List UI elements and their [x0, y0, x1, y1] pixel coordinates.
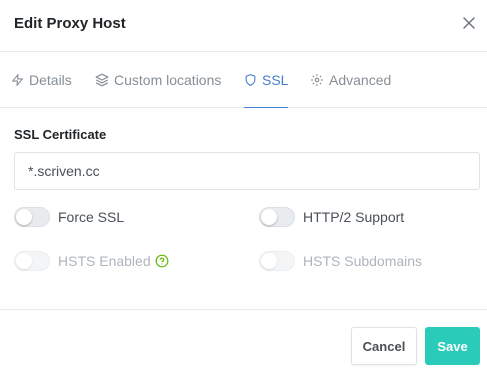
save-button[interactable]: Save — [425, 327, 480, 365]
cancel-button[interactable]: Cancel — [351, 327, 417, 365]
shield-icon — [245, 73, 256, 86]
hsts-subdomains-label: HSTS Subdomains — [303, 253, 423, 269]
tab-advanced[interactable]: Advanced — [310, 52, 391, 108]
switch-track — [259, 251, 295, 271]
force-ssl-label: Force SSL — [58, 209, 125, 225]
http2-support-switch[interactable]: HTTP/2 Support — [259, 207, 404, 227]
tab-custom-locations-label: Custom locations — [114, 72, 222, 88]
tab-details-label: Details — [29, 72, 72, 88]
hsts-subdomains-switch: HSTS Subdomains — [259, 251, 422, 271]
layers-icon — [95, 73, 109, 87]
ssl-certificate-label: SSL Certificate — [14, 127, 107, 142]
modal-header: Edit Proxy Host — [0, 0, 487, 52]
hsts-enabled-switch: HSTS Enabled — [14, 251, 169, 271]
edit-proxy-host-modal: Edit Proxy Host Details Custom locations… — [0, 0, 487, 374]
switch-track — [14, 251, 50, 271]
switch-knob — [16, 209, 32, 225]
ssl-certificate-input[interactable] — [14, 152, 480, 190]
modal-footer: Cancel Save — [0, 309, 487, 374]
modal-title: Edit Proxy Host — [14, 15, 126, 32]
http2-support-label: HTTP/2 Support — [303, 209, 405, 225]
force-ssl-switch[interactable]: Force SSL — [14, 207, 124, 227]
tab-advanced-label: Advanced — [329, 72, 392, 88]
tab-details[interactable]: Details — [11, 52, 72, 108]
switch-track[interactable] — [259, 207, 295, 227]
zap-icon — [12, 74, 23, 86]
switch-track[interactable] — [14, 207, 50, 227]
tab-custom-locations[interactable]: Custom locations — [95, 52, 221, 108]
tab-ssl-label: SSL — [262, 71, 289, 88]
switch-knob — [261, 253, 277, 269]
switch-knob — [261, 209, 277, 225]
help-circle-icon[interactable] — [155, 254, 169, 268]
tab-ssl[interactable]: SSL — [244, 52, 289, 108]
close-icon[interactable] — [460, 14, 478, 32]
hsts-enabled-label: HSTS Enabled — [58, 253, 151, 269]
settings-icon — [311, 74, 323, 86]
switch-knob — [16, 253, 32, 269]
tab-bar: Details Custom locations SSL Advanced — [0, 52, 487, 108]
